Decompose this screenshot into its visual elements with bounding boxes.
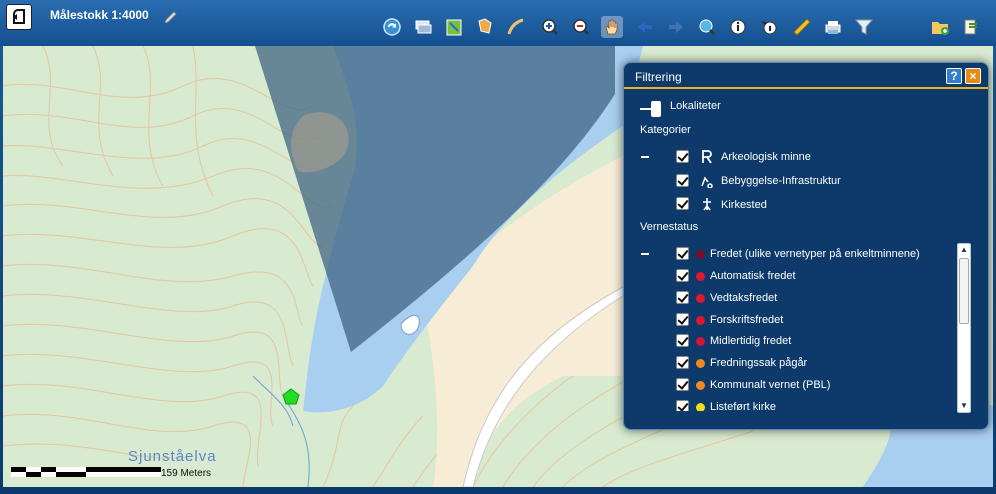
- select-area-button[interactable]: [474, 16, 496, 38]
- back-button[interactable]: [634, 16, 656, 38]
- status-label: Midlertidig fredet: [710, 335, 792, 347]
- status-color-dot: [696, 316, 705, 325]
- status-color-dot: [696, 381, 705, 390]
- categories-collapse-button[interactable]: [641, 156, 649, 158]
- status-list[interactable]: Fredet (ulike vernetyper på enkeltminnen…: [624, 241, 964, 411]
- panel-header: Filtrering ? ×: [624, 63, 988, 89]
- status-label: Automatisk fredet: [710, 270, 796, 282]
- point-info-button[interactable]: [758, 16, 780, 38]
- status-checkbox[interactable]: [676, 378, 689, 391]
- toolbar: Målestokk 1:4000: [0, 0, 996, 46]
- status-label: Forskriftsfredet: [710, 314, 784, 326]
- measure-ruler-icon: [793, 18, 811, 36]
- church-site-icon: [703, 198, 711, 211]
- status-label: Fredningssak pågår: [710, 357, 808, 369]
- category-label: Bebyggelse-Infrastruktur: [721, 175, 841, 187]
- status-color-dot: [696, 359, 705, 368]
- print-button[interactable]: [822, 16, 844, 38]
- layers-button[interactable]: [412, 16, 434, 38]
- scroll-up-arrow-icon[interactable]: ▲: [960, 246, 968, 254]
- archaeology-icon: [702, 150, 712, 164]
- draw-line-icon: [507, 18, 524, 35]
- status-label: Vedtaksfredet: [710, 292, 778, 304]
- status-checkbox[interactable]: [676, 247, 689, 260]
- place-label: Sjunståelva: [128, 448, 217, 465]
- status-color-dot: [696, 337, 705, 346]
- zoom-in-button[interactable]: [539, 16, 561, 38]
- pan-button[interactable]: [601, 16, 623, 38]
- help-button[interactable]: ?: [946, 68, 962, 84]
- status-color-dot: [696, 272, 705, 281]
- status-checkbox[interactable]: [676, 334, 689, 347]
- export-icon: [964, 19, 977, 35]
- scale-bar: [11, 467, 161, 477]
- filter-funnel-icon: [854, 19, 874, 35]
- status-label: Fredet (ulike vernetyper på enkeltminnen…: [710, 248, 920, 260]
- panel-title: Filtrering: [635, 70, 682, 84]
- zoom-in-icon: [542, 19, 558, 35]
- status-checkbox[interactable]: [676, 291, 689, 304]
- map-button[interactable]: [443, 16, 465, 38]
- zoom-out-button[interactable]: [570, 16, 592, 38]
- status-color-dot: [696, 250, 705, 259]
- scale-bar-label: 159 Meters: [161, 468, 212, 479]
- refresh-icon: [383, 18, 401, 36]
- info-button[interactable]: [727, 16, 749, 38]
- scroll-thumb[interactable]: [959, 258, 969, 324]
- close-button[interactable]: ×: [965, 68, 981, 84]
- globe-search-icon: [699, 19, 715, 35]
- category-label: Arkeologisk minne: [721, 151, 811, 163]
- status-checkbox[interactable]: [676, 356, 689, 369]
- layers-icon: [415, 20, 432, 34]
- forward-arrow-icon: [669, 21, 683, 33]
- scale-label: Målestokk 1:4000: [50, 8, 149, 22]
- status-label: Kommunalt vernet (PBL): [710, 379, 831, 391]
- globe-search-button[interactable]: [696, 16, 718, 38]
- forward-button[interactable]: [665, 16, 687, 38]
- categories-heading: Kategorier: [640, 124, 691, 136]
- home-button[interactable]: [6, 4, 32, 30]
- filter-panel: Filtrering ? × Lokaliteter Kategorier Ar…: [623, 62, 989, 430]
- status-scrollbar[interactable]: ▲ ▼: [957, 243, 971, 413]
- back-arrow-icon: [638, 21, 652, 33]
- status-checkbox[interactable]: [676, 313, 689, 326]
- status-heading: Vernestatus: [640, 221, 699, 233]
- status-checkbox[interactable]: [676, 400, 689, 411]
- localities-toggle[interactable]: [640, 101, 662, 117]
- status-color-dot: [696, 403, 705, 411]
- category-label: Kirkested: [721, 199, 767, 211]
- pan-hand-icon: [605, 19, 618, 35]
- home-icon: [13, 9, 25, 24]
- select-area-icon: [478, 18, 492, 34]
- status-color-dot: [696, 294, 705, 303]
- map-application: Målestokk 1:4000 Sjunståelva 159 Meters …: [0, 0, 996, 494]
- export-button[interactable]: [960, 16, 982, 38]
- status-checkbox[interactable]: [676, 269, 689, 282]
- category-checkbox[interactable]: [676, 197, 689, 210]
- category-checkbox[interactable]: [676, 174, 689, 187]
- category-checkbox[interactable]: [676, 150, 689, 163]
- localities-label: Lokaliteter: [670, 100, 721, 112]
- draw-line-button[interactable]: [505, 16, 527, 38]
- map-icon: [446, 19, 462, 36]
- building-icon: [701, 176, 713, 188]
- info-icon: [730, 19, 746, 35]
- add-folder-icon: [932, 22, 949, 35]
- add-folder-button[interactable]: [929, 16, 951, 38]
- point-info-icon: [761, 21, 777, 35]
- status-label: Listeført kirke: [710, 401, 777, 411]
- print-icon: [825, 21, 841, 34]
- scroll-down-arrow-icon[interactable]: ▼: [960, 402, 968, 410]
- edit-pencil-icon[interactable]: [163, 7, 179, 23]
- measure-button[interactable]: [791, 16, 813, 38]
- zoom-out-icon: [573, 19, 589, 35]
- refresh-button[interactable]: [381, 16, 403, 38]
- status-collapse-button[interactable]: [641, 253, 649, 255]
- filter-button[interactable]: [853, 16, 875, 38]
